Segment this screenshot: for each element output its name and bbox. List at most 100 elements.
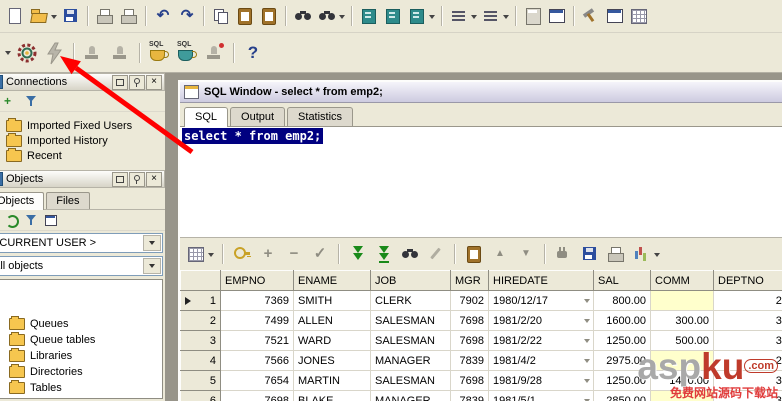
new-file-button[interactable]: [4, 5, 26, 27]
fetch-last-page-button[interactable]: [373, 243, 395, 265]
grid-corner-cell[interactable]: [180, 270, 221, 291]
tree-item[interactable]: Libraries: [0, 348, 162, 364]
close-panel-button[interactable]: ×: [146, 74, 162, 90]
new-report-window-button[interactable]: SQL: [174, 40, 200, 66]
grid-cell[interactable]: 7566: [220, 350, 294, 371]
grid-cell[interactable]: 1400.00: [650, 370, 714, 391]
window-list-button[interactable]: [628, 5, 650, 27]
grid-cell[interactable]: SALESMAN: [370, 330, 451, 351]
connection-item[interactable]: Imported Fixed Users: [0, 117, 165, 133]
column-header-deptno[interactable]: DEPTNO: [713, 270, 782, 291]
user-filter-combobox[interactable]: <CURRENT USER >: [0, 233, 163, 253]
row-number[interactable]: 3: [180, 330, 221, 351]
grid-cell[interactable]: 1250.00: [593, 370, 651, 391]
grid-cell[interactable]: 1981/5/1: [488, 390, 594, 401]
indent-button[interactable]: [448, 5, 478, 27]
chart-button[interactable]: [631, 243, 661, 265]
grid-cell[interactable]: 1981/9/28: [488, 370, 594, 391]
tab-sql[interactable]: SQL: [184, 107, 229, 127]
tree-item[interactable]: Queue tables: [0, 332, 162, 348]
break-button[interactable]: [406, 5, 436, 27]
print-setup-button[interactable]: [118, 5, 140, 27]
grid-cell[interactable]: 500.00: [650, 330, 714, 351]
connections-header[interactable]: Connections ×: [0, 73, 165, 91]
test-window-button[interactable]: [80, 40, 106, 66]
calculator-button[interactable]: [522, 5, 544, 27]
close-panel-button[interactable]: ×: [146, 171, 162, 187]
outdent-button[interactable]: [480, 5, 510, 27]
chevron-down-icon[interactable]: [654, 252, 660, 260]
grid-cell[interactable]: SALESMAN: [370, 370, 451, 391]
post-changes-button[interactable]: ✓: [309, 243, 331, 265]
grid-cell[interactable]: 800.00: [593, 290, 651, 311]
delete-record-button[interactable]: −: [283, 243, 305, 265]
grid-cell[interactable]: 20: [713, 290, 782, 311]
print-results-button[interactable]: [605, 243, 627, 265]
grid-cell[interactable]: 30: [713, 310, 782, 331]
minimize-panel-button[interactable]: [112, 171, 128, 187]
grid-cell[interactable]: SALESMAN: [370, 310, 451, 331]
grid-cell[interactable]: 30: [713, 370, 782, 391]
grid-cell[interactable]: 7698: [450, 330, 489, 351]
grid-cell[interactable]: JONES: [293, 350, 371, 371]
tab-statistics[interactable]: Statistics: [287, 107, 354, 126]
row-number[interactable]: 5: [180, 370, 221, 391]
column-header-ename[interactable]: ENAME: [293, 270, 371, 291]
refresh-icon[interactable]: [4, 213, 19, 228]
tools-button[interactable]: [580, 5, 602, 27]
object-filter-combobox[interactable]: All objects: [0, 256, 163, 276]
grid-cell[interactable]: 2975.00: [593, 350, 651, 371]
print-button[interactable]: [94, 5, 116, 27]
find-button[interactable]: [292, 5, 314, 27]
row-number[interactable]: 4: [180, 350, 221, 371]
pin-panel-button[interactable]: [129, 171, 145, 187]
grid-cell[interactable]: [650, 390, 714, 401]
grid-cell[interactable]: [650, 350, 714, 371]
grid-cell[interactable]: 7698: [450, 310, 489, 331]
dropdown-button[interactable]: [143, 258, 161, 274]
chevron-down-icon[interactable]: [503, 14, 509, 22]
grid-cell[interactable]: CLERK: [370, 290, 451, 311]
objects-header[interactable]: Objects ×: [0, 170, 165, 188]
grid-cell[interactable]: MARTIN: [293, 370, 371, 391]
tab-files[interactable]: Files: [46, 192, 90, 209]
column-header-hiredate[interactable]: HIREDATE: [488, 270, 594, 291]
next-record-button[interactable]: ▼: [515, 243, 537, 265]
edit-data-button[interactable]: [231, 243, 253, 265]
session-dropdown-button[interactable]: [4, 47, 12, 58]
explain-plan-button[interactable]: [108, 40, 134, 66]
fetch-next-page-button[interactable]: [347, 243, 369, 265]
row-number[interactable]: 1: [180, 290, 221, 311]
minimize-panel-button[interactable]: [112, 74, 128, 90]
tree-item[interactable]: BONUS: [0, 396, 162, 398]
grid-cell[interactable]: 20: [713, 350, 782, 371]
new-sql-window-button[interactable]: SQL: [146, 40, 172, 66]
grid-cell[interactable]: 1980/12/17: [488, 290, 594, 311]
execute-button[interactable]: [42, 40, 68, 66]
chevron-down-icon[interactable]: [471, 14, 477, 22]
sql-editor[interactable]: select * from emp2;: [180, 127, 782, 238]
plugin-button[interactable]: [604, 5, 626, 27]
grid-cell[interactable]: 1250.00: [593, 330, 651, 351]
open-file-button[interactable]: [28, 5, 58, 27]
column-header-sal[interactable]: SAL: [593, 270, 651, 291]
grid-cell[interactable]: 7839: [450, 350, 489, 371]
grid-cell[interactable]: 7654: [220, 370, 294, 391]
column-header-empno[interactable]: EMPNO: [220, 270, 294, 291]
grid-cell[interactable]: 1981/2/20: [488, 310, 594, 331]
grid-cell[interactable]: 1600.00: [593, 310, 651, 331]
paste-button[interactable]: [234, 5, 256, 27]
grid-options-button[interactable]: [185, 243, 215, 265]
tab-output[interactable]: Output: [230, 107, 286, 126]
code-window-button[interactable]: [546, 5, 568, 27]
chevron-down-icon[interactable]: [208, 252, 214, 260]
grid-cell[interactable]: 7521: [220, 330, 294, 351]
grid-cell[interactable]: SMITH: [293, 290, 371, 311]
grid-cell[interactable]: 7499: [220, 310, 294, 331]
grid-cell[interactable]: 7698: [450, 370, 489, 391]
tree-item[interactable]: Tables: [0, 380, 162, 396]
find-in-grid-button[interactable]: [399, 243, 421, 265]
paste-special-button[interactable]: [258, 5, 280, 27]
new-command-window-button[interactable]: [202, 40, 228, 66]
help-button[interactable]: ?: [240, 40, 266, 66]
